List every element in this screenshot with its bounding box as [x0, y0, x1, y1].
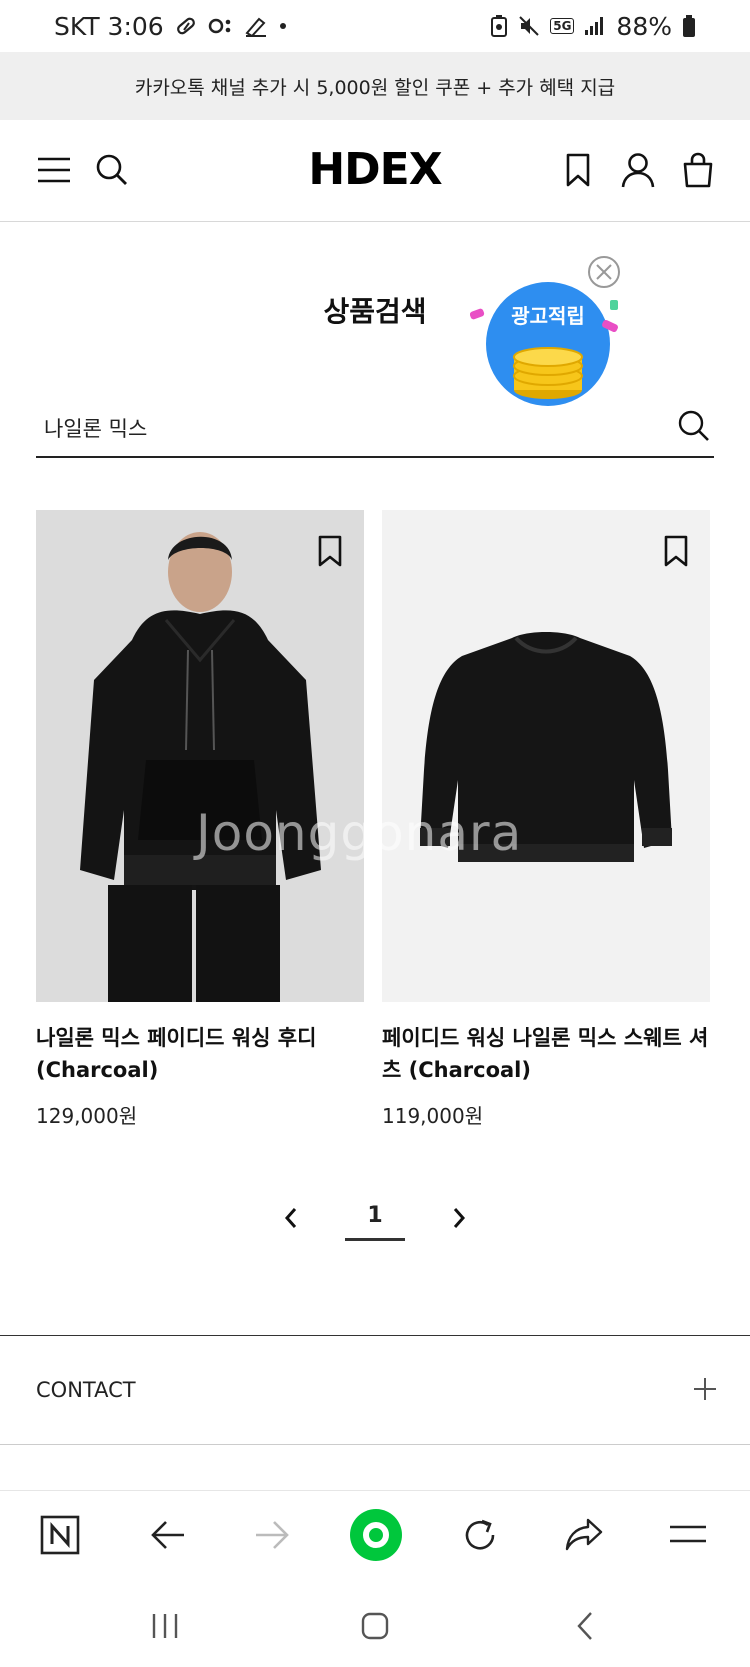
status-left: SKT 3:06 [54, 12, 288, 41]
naver-home-button[interactable] [32, 1507, 88, 1563]
forward-button[interactable] [244, 1507, 300, 1563]
network-5g-icon: 5G [550, 18, 575, 34]
account-button[interactable] [616, 148, 660, 192]
product-image[interactable] [382, 510, 710, 1002]
contact-label: CONTACT [36, 1378, 136, 1402]
refresh-button[interactable] [452, 1507, 508, 1563]
plus-icon [694, 1378, 716, 1400]
search-input[interactable] [44, 408, 644, 448]
ad-reward-badge[interactable]: 광고적립 [469, 280, 626, 412]
pagination: 1 [0, 1195, 750, 1245]
wishlist-button[interactable] [662, 534, 690, 568]
chevron-left-icon [577, 1612, 592, 1640]
arrow-right-icon [256, 1521, 289, 1549]
pencil-icon [244, 15, 268, 37]
product-name[interactable]: 나일론 믹스 페이디드 워싱 후디 (Charcoal) [36, 1022, 364, 1086]
pill-icon [174, 14, 198, 38]
notification-dot-icon [278, 21, 288, 31]
system-nav-bar [0, 1590, 750, 1667]
carrier-time: SKT 3:06 [54, 11, 164, 41]
bookmark-icon [318, 535, 342, 567]
share-button[interactable] [556, 1507, 612, 1563]
search-submit-button[interactable] [674, 406, 714, 446]
recent-apps-icon [152, 1614, 178, 1638]
product-price: 129,000원 [36, 1104, 138, 1128]
battery-saver-icon [490, 14, 508, 38]
product-image[interactable] [36, 510, 364, 1002]
status-bar: SKT 3:06 5G 88% [0, 0, 750, 52]
battery-percent: 88% [616, 11, 672, 41]
product-price: 119,000원 [382, 1104, 484, 1128]
green-dot-icon [350, 1509, 402, 1561]
chevron-right-icon [453, 1208, 466, 1228]
product-card[interactable]: 페이디드 워싱 나일론 믹스 스웨트 셔츠 (Charcoal) 119,000… [382, 510, 710, 1129]
prev-page-button[interactable] [276, 1203, 306, 1233]
chevron-left-icon [284, 1208, 297, 1228]
share-icon [565, 1518, 603, 1551]
contact-accordion[interactable]: CONTACT [0, 1335, 750, 1445]
sweatshirt-photo [382, 510, 710, 1002]
arrow-left-icon [151, 1521, 184, 1549]
site-header: HDEX [0, 120, 750, 222]
page-number-current[interactable]: 1 [345, 1199, 405, 1241]
product-name[interactable]: 페이디드 워싱 나일론 믹스 스웨트 셔츠 (Charcoal) [382, 1022, 710, 1086]
shopping-bag-icon [683, 152, 713, 188]
search-icon [678, 410, 709, 441]
home-icon [361, 1612, 389, 1640]
wishlist-button[interactable] [316, 534, 344, 568]
recent-apps-button[interactable] [140, 1606, 190, 1646]
status-right: 5G 88% [490, 12, 696, 41]
promo-banner[interactable]: 카카오톡 채널 추가 시 5,000원 할인 쿠폰 + 추가 혜택 지급 [0, 52, 750, 120]
browser-toolbar [0, 1490, 750, 1576]
product-card[interactable]: 나일론 믹스 페이디드 워싱 후디 (Charcoal) 129,000원 [36, 510, 364, 1129]
home-button[interactable] [350, 1606, 400, 1646]
cart-button[interactable] [676, 148, 720, 192]
signal-icon [584, 16, 606, 36]
system-back-button[interactable] [560, 1606, 610, 1646]
user-icon [621, 153, 655, 188]
next-page-button[interactable] [444, 1203, 474, 1233]
bookmark-icon [664, 535, 688, 567]
search-page-title: 상품검색 [323, 295, 427, 328]
back-button[interactable] [140, 1507, 196, 1563]
expand-button[interactable] [690, 1374, 720, 1404]
header-bookmark-button[interactable] [556, 148, 600, 192]
ad-badge-label: 광고적립 [511, 304, 585, 328]
browser-menu-button[interactable] [660, 1507, 716, 1563]
dots-icon [208, 16, 234, 36]
hamburger-icon [670, 1525, 706, 1543]
promo-banner-text: 카카오톡 채널 추가 시 5,000원 할인 쿠폰 + 추가 혜택 지급 [134, 76, 616, 99]
search-bar [36, 402, 714, 458]
bookmark-icon [566, 153, 590, 187]
naver-green-button[interactable] [348, 1507, 404, 1563]
hoodie-model-photo [36, 510, 364, 1002]
battery-icon [682, 14, 696, 38]
naver-n-icon [40, 1515, 80, 1555]
refresh-icon [465, 1519, 495, 1550]
mute-icon [518, 15, 540, 37]
